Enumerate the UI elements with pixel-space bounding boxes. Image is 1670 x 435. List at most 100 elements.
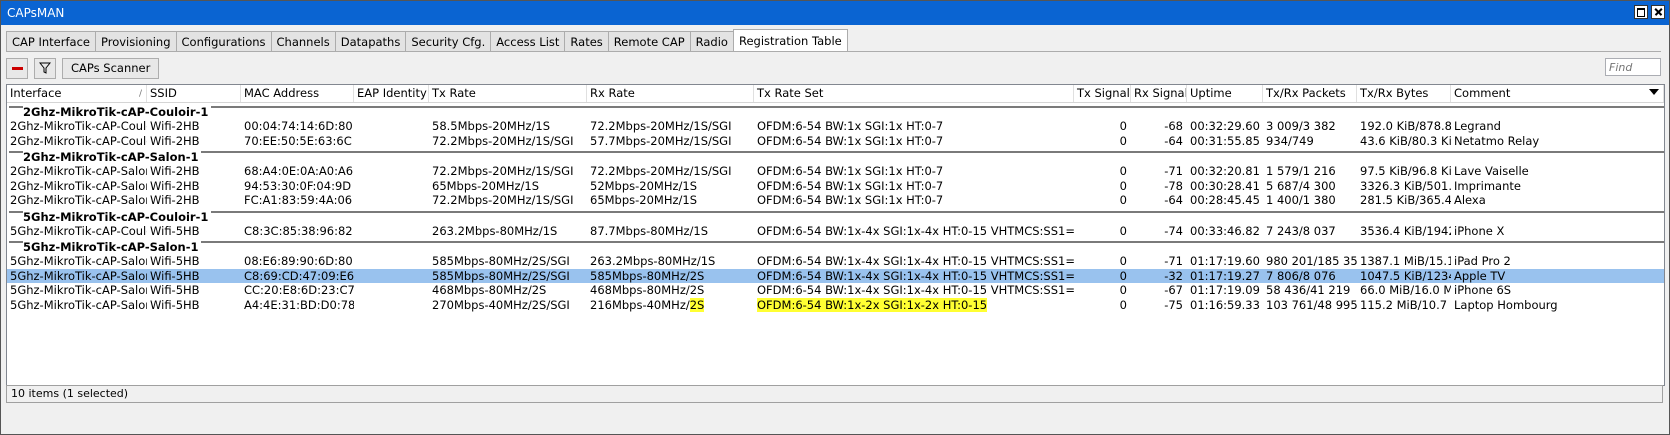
tab-datapaths[interactable]: Datapaths	[334, 31, 407, 52]
cell-text: 7 806/8 076	[1266, 268, 1336, 283]
cell-bytes: 115.2 MiB/10.7 MiB	[1357, 298, 1451, 313]
tab-rates[interactable]: Rates	[564, 31, 609, 52]
cell-text: 263.2Mbps-80MHz/1S	[590, 254, 716, 268]
cell-packets: 7 243/8 037	[1263, 224, 1357, 239]
group-header[interactable]: 2Ghz-MikroTik-cAP-Salon-1	[7, 148, 1664, 164]
cell-text: 0	[1119, 178, 1127, 193]
maximize-icon[interactable]	[1634, 5, 1648, 19]
column-menu-chevron-down-icon[interactable]	[1649, 89, 1659, 95]
cell-text: 72.2Mbps-20MHz/1S/SGI	[590, 164, 732, 178]
cell-text: Wifi-5HB	[150, 283, 200, 297]
filter-button[interactable]	[34, 57, 56, 79]
cell-text: -64	[1164, 193, 1183, 207]
column-header-interface[interactable]: Interface /	[7, 85, 147, 102]
cell-tx-signal: 0	[1074, 283, 1131, 298]
cell-tx-signal: 0	[1074, 179, 1131, 194]
column-header-packets[interactable]: Tx/Rx Packets	[1263, 85, 1357, 102]
cell-interface: 5Ghz-MikroTik-cAP-Salon-1	[7, 269, 147, 284]
column-header-rx-rate[interactable]: Rx Rate	[587, 85, 754, 102]
cell-text: 3 009/3 382	[1266, 119, 1336, 133]
cell-comment: Imprimante	[1451, 179, 1664, 194]
find-input[interactable]	[1605, 58, 1661, 76]
tab-channels[interactable]: Channels	[270, 31, 336, 52]
cell-rx-rate: 263.2Mbps-80MHz/1S	[587, 254, 754, 269]
tab-remote-cap[interactable]: Remote CAP	[607, 31, 691, 52]
tab-radio[interactable]: Radio	[689, 31, 734, 52]
cell-text: OFDM:6-54 BW:1x-4x SGI:1x-4x HT:0-15 VHT…	[757, 268, 1074, 283]
title-bar[interactable]: CAPsMAN	[1, 1, 1669, 25]
cell-bytes: 3326.3 KiB/501.6...	[1357, 179, 1451, 194]
cell-text: OFDM:6-54 BW:1x-4x SGI:1x-4x HT:0-15 VHT…	[757, 283, 1074, 297]
table-row[interactable]: 2Ghz-MikroTik-cAP-Salon-1Wifi-2HB FC:A1:8…	[7, 193, 1664, 208]
column-header-uptime[interactable]: Uptime	[1187, 85, 1263, 102]
table-row[interactable]: 5Ghz-MikroTik-cAP-Salon-1Wifi-5HB C8:69:C…	[7, 268, 1664, 284]
column-header-label: EAP Identity	[357, 86, 427, 100]
cell-text: 263.2Mbps-80MHz/1S	[432, 223, 558, 238]
cell-uptime: 00:28:45.45	[1187, 193, 1263, 208]
column-header-comment[interactable]: Comment	[1451, 85, 1664, 102]
column-header-ssid[interactable]: SSID	[147, 85, 241, 102]
tab-access-list[interactable]: Access List	[490, 31, 566, 52]
cell-mac: 08:E6:89:90:6D:80	[241, 254, 354, 269]
cell-text: 87.7Mbps-80MHz/1S	[590, 223, 708, 238]
cell-ssid: Wifi-2HB	[147, 119, 241, 134]
column-header-label: MAC Address	[244, 86, 320, 100]
cell-text: -71	[1164, 254, 1183, 268]
tab-configurations[interactable]: Configurations	[175, 31, 272, 52]
group-label: 2Ghz-MikroTik-cAP-Couloir-1	[23, 106, 212, 119]
column-header-label: Tx Rate Set	[757, 86, 824, 100]
cell-interface: 5Ghz-MikroTik-cAP-Salon-1	[7, 283, 147, 298]
column-header-tx-rate-set[interactable]: Tx Rate Set	[754, 85, 1074, 102]
cell-text: Netatmo Relay	[1454, 133, 1540, 148]
column-header-label: Tx Rate	[432, 86, 476, 100]
cell-text: OFDM:6-54 BW:1x SGI:1x HT:0-7	[757, 193, 944, 207]
group-header[interactable]: 5Ghz-MikroTik-cAP-Couloir-1	[7, 208, 1664, 224]
column-header-eap[interactable]: EAP Identity	[354, 85, 429, 102]
cell-ssid: Wifi-2HB	[147, 193, 241, 208]
window-title: CAPsMAN	[7, 6, 65, 20]
column-header-bytes[interactable]: Tx/Rx Bytes	[1357, 85, 1451, 102]
cell-text: 2Ghz-MikroTik-cAP-Salon-1	[10, 164, 147, 178]
cell-text: 72.2Mbps-20MHz/1S/SGI	[432, 193, 574, 207]
remove-button[interactable]	[6, 57, 28, 79]
cell-text: OFDM:6-54 BW:1x-4x SGI:1x-4x HT:0-15 VHT…	[757, 254, 1074, 268]
table-row[interactable]: 2Ghz-MikroTik-cAP-Couloir-1Wifi-2HB 70:EE…	[7, 134, 1664, 149]
column-header-rx-signal[interactable]: Rx Signal	[1131, 85, 1187, 102]
cell-tx-rate: 65Mbps-20MHz/1S	[429, 179, 587, 194]
table-row[interactable]: 5Ghz-MikroTik-cAP-Salon-1Wifi-5HB A4:4E:3…	[7, 297, 1664, 313]
column-header-mac[interactable]: MAC Address	[241, 85, 354, 102]
cell-text: 00:32:20.81	[1190, 164, 1260, 178]
column-header-tx-signal[interactable]: Tx Signal	[1074, 85, 1131, 102]
cell-text: Wifi-2HB	[150, 193, 200, 207]
table-row[interactable]: 5Ghz-MikroTik-cAP-Salon-1Wifi-5HB 08:E6:8…	[7, 254, 1664, 269]
table-row[interactable]: 5Ghz-MikroTik-cAP-Couloir-1Wifi-5HB C8:3C…	[7, 224, 1664, 239]
group-header[interactable]: 5Ghz-MikroTik-cAP-Salon-1	[7, 238, 1664, 254]
table-row[interactable]: 5Ghz-MikroTik-cAP-Salon-1Wifi-5HB CC:20:E…	[7, 283, 1664, 298]
cell-mac: 70:EE:50:5E:63:6C	[241, 134, 354, 149]
cell-tx-rate: 468Mbps-80MHz/2S	[429, 283, 587, 298]
cell-text: -64	[1164, 133, 1183, 148]
tab-provisioning[interactable]: Provisioning	[94, 31, 177, 52]
table-row[interactable]: 2Ghz-MikroTik-cAP-Salon-1Wifi-2HB 68:A4:0…	[7, 164, 1664, 179]
table-row[interactable]: 2Ghz-MikroTik-cAP-Salon-1Wifi-2HB 94:53:3…	[7, 179, 1664, 194]
tab-cap-interface[interactable]: CAP Interface	[6, 31, 96, 52]
column-header-tx-rate[interactable]: Tx Rate	[429, 85, 587, 102]
table-row[interactable]: 2Ghz-MikroTik-cAP-Couloir-1Wifi-2HB 00:04…	[7, 119, 1664, 134]
cell-text: FC:A1:83:59:4A:06	[244, 193, 353, 207]
cell-text: Wifi-5HB	[150, 223, 200, 238]
cell-ssid: Wifi-5HB	[147, 254, 241, 269]
cell-text: 01:16:59.33	[1190, 297, 1260, 312]
close-icon[interactable]	[1651, 5, 1665, 19]
cell-comment: iPhone 6S	[1451, 283, 1664, 298]
cell-tx-signal: 0	[1074, 269, 1131, 284]
tab-security-cfg[interactable]: Security Cfg.	[405, 31, 492, 52]
cell-mac: C8:69:CD:47:09:E6	[241, 269, 354, 284]
cell-interface: 2Ghz-MikroTik-cAP-Salon-1	[7, 193, 147, 208]
cell-text: 72.2Mbps-20MHz/1S/SGI	[432, 164, 574, 178]
cell-ssid: Wifi-2HB	[147, 179, 241, 194]
cell-packets: 3 009/3 382	[1263, 119, 1357, 134]
tab-registration-table[interactable]: Registration Table	[732, 29, 848, 52]
group-header[interactable]: 2Ghz-MikroTik-cAP-Couloir-1	[7, 103, 1664, 119]
caps-scanner-button[interactable]: CAPs Scanner	[62, 57, 160, 79]
cell-bytes: 281.5 KiB/365.4 ...	[1357, 193, 1451, 208]
